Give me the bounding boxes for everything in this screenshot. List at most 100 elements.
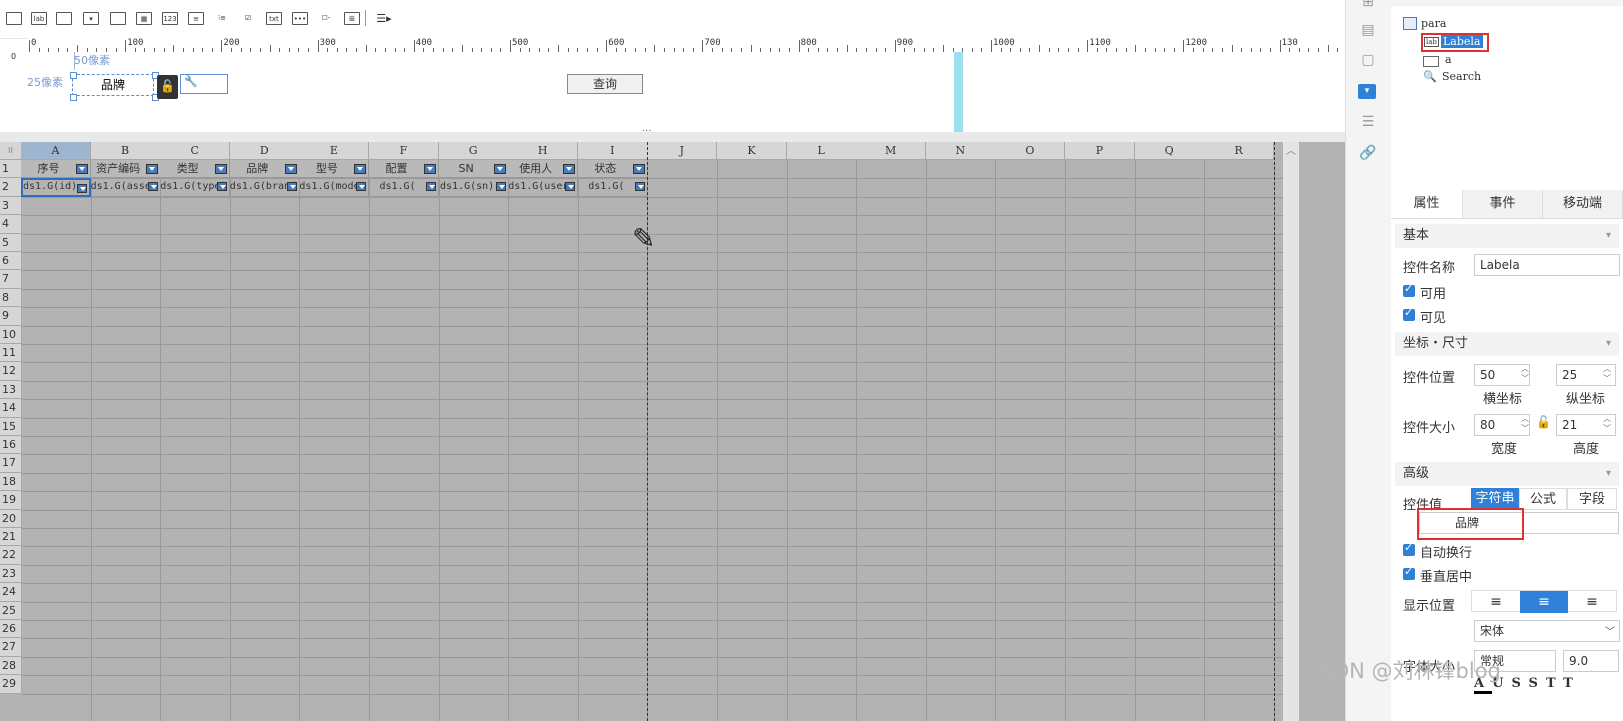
list-widget-icon[interactable]: ≡ (188, 12, 204, 25)
filter-dropdown-icon[interactable] (493, 164, 506, 174)
resize-handle[interactable] (70, 72, 77, 79)
mode-formula[interactable]: 公式 (1519, 488, 1567, 510)
parameter-canvas[interactable]: 50像素 25像素 品牌 🔓 🔧 查询 (22, 52, 1345, 132)
row-header-4[interactable]: 4 (0, 215, 22, 234)
splitter[interactable]: ··· (0, 126, 1345, 142)
query-button[interactable]: 查询 (567, 74, 643, 94)
data-cell[interactable]: ds1.G(sn) (438, 178, 509, 197)
tab-events[interactable]: 事件 (1463, 190, 1543, 218)
column-header-m[interactable]: M (856, 142, 927, 160)
aspect-lock-icon[interactable]: 🔓 (1536, 415, 1551, 429)
data-cell[interactable]: ds1.G(asse (90, 178, 161, 197)
date-widget-icon[interactable] (110, 12, 126, 25)
section-advanced[interactable]: 高级 ▾ (1395, 462, 1619, 486)
row-header-28[interactable]: 28 (0, 656, 22, 676)
cell-dropdown-icon[interactable] (356, 182, 367, 192)
row-header-23[interactable]: 23 (0, 564, 22, 584)
tree-root-para[interactable]: para (1421, 17, 1446, 30)
header-cell[interactable]: 资产编码 (90, 160, 161, 179)
row-header-18[interactable]: 18 (0, 472, 22, 492)
cell-dropdown-icon[interactable] (286, 182, 297, 192)
tab-mobile[interactable]: 移动端 (1543, 190, 1623, 218)
column-header-d[interactable]: D (229, 142, 300, 160)
tree-item-a[interactable]: a (1445, 53, 1452, 66)
align-right-icon[interactable]: ≡ (1568, 591, 1616, 613)
row-header-11[interactable]: 11 (0, 344, 22, 363)
row-header-21[interactable]: 21 (0, 528, 22, 547)
row-header-6[interactable]: 6 (0, 252, 22, 271)
cell-dropdown-icon[interactable] (495, 182, 506, 192)
more-icon[interactable]: ☰▸ (376, 12, 392, 25)
filter-dropdown-icon[interactable] (354, 164, 367, 174)
brand-label-widget[interactable]: 品牌 (72, 74, 154, 96)
column-header-f[interactable]: F (369, 142, 439, 160)
shadow-icon[interactable]: S (1529, 676, 1546, 691)
font-size-select[interactable]: 9.0 (1563, 650, 1619, 672)
list-settings-icon[interactable]: ☰ (1358, 114, 1378, 132)
row-header-17[interactable]: 17 (0, 454, 22, 473)
lock-icon[interactable]: 🔓 (157, 75, 178, 99)
canvas-boundary-bar[interactable] (954, 52, 963, 132)
resize-handle[interactable] (70, 94, 77, 101)
layout-icon[interactable]: ⊞ (1358, 0, 1378, 12)
filter-dropdown-icon[interactable] (76, 164, 88, 174)
row-header-27[interactable]: 27 (0, 638, 22, 657)
column-header-l[interactable]: L (786, 142, 857, 160)
cell-dropdown-icon[interactable] (147, 182, 158, 192)
column-header-r[interactable]: R (1204, 142, 1275, 160)
row-header-19[interactable]: 19 (0, 491, 22, 510)
auto-wrap-checkbox[interactable] (1403, 541, 1415, 556)
radio-group-icon[interactable]: ⁝≡ (214, 12, 230, 25)
data-cell[interactable]: ds1.G( (369, 178, 439, 197)
filter-dropdown-icon[interactable] (632, 164, 645, 174)
section-coord[interactable]: 坐标・尺寸 ▾ (1395, 332, 1619, 356)
row-header-29[interactable]: 29 (0, 675, 22, 694)
column-header-o[interactable]: O (995, 142, 1066, 160)
lab-text-icon[interactable]: lab (31, 12, 47, 25)
align-left-icon[interactable]: ≡ (1472, 591, 1520, 613)
section-basic[interactable]: 基本 ▾ (1395, 224, 1619, 248)
wrench-icon[interactable]: 🔧 (180, 74, 228, 94)
row-header-3[interactable]: 3 (0, 196, 22, 216)
number-field-icon[interactable]: 123 (162, 12, 178, 25)
data-cell[interactable]: ds1.G(brand (229, 178, 300, 197)
header-cell[interactable]: 品牌 (229, 160, 300, 179)
height-spinner[interactable]: ︿ ﹀ (1603, 414, 1615, 436)
button-group-icon[interactable]: ••• (292, 12, 308, 25)
cell-dropdown-icon[interactable] (426, 182, 436, 192)
header-cell[interactable]: SN (438, 160, 509, 179)
cell-dropdown-icon[interactable] (77, 184, 87, 194)
header-cell[interactable]: 使用人 (508, 160, 579, 179)
row-header-26[interactable]: 26 (0, 620, 22, 639)
data-cell[interactable]: ds1.G(id) (21, 178, 91, 197)
column-header-n[interactable]: N (925, 142, 996, 160)
scroll-up-icon[interactable]: ︿ (1286, 142, 1296, 157)
header-cell[interactable]: 类型 (160, 160, 231, 179)
column-header-g[interactable]: G (438, 142, 509, 160)
row-header-25[interactable]: 25 (0, 601, 22, 620)
column-header-i[interactable]: I (577, 142, 648, 160)
pos-y-spinner[interactable]: ︿ ﹀ (1603, 364, 1615, 386)
subscript-icon[interactable]: T (1563, 676, 1581, 691)
row-header-20[interactable]: 20 (0, 509, 22, 528)
column-header-q[interactable]: Q (1134, 142, 1205, 160)
strike-icon[interactable]: S (1511, 676, 1528, 691)
row-header-1[interactable]: 1 (0, 160, 22, 179)
collapse-icon[interactable]: ▾ (1606, 224, 1611, 248)
column-header-j[interactable]: J (647, 142, 718, 160)
row-header-16[interactable]: 16 (0, 436, 22, 455)
text-area-icon[interactable]: txt (266, 12, 282, 25)
row-header-12[interactable]: 12 (0, 362, 22, 381)
header-cell[interactable]: 型号 (299, 160, 370, 179)
mode-string[interactable]: 字符串 (1471, 488, 1519, 510)
form-icon[interactable]: ▤ (1358, 22, 1378, 40)
column-header-k[interactable]: K (717, 142, 787, 160)
row-header-5[interactable]: 5 (0, 233, 22, 252)
label-widget-icon[interactable] (6, 12, 22, 25)
tree-item-labela[interactable]: Labela (1441, 35, 1483, 48)
filter-dropdown-icon[interactable] (424, 164, 436, 174)
row-header-13[interactable]: 13 (0, 380, 22, 400)
text-field-icon[interactable] (56, 12, 72, 25)
row-header-10[interactable]: 10 (0, 325, 22, 344)
row-header-9[interactable]: 9 (0, 307, 22, 326)
